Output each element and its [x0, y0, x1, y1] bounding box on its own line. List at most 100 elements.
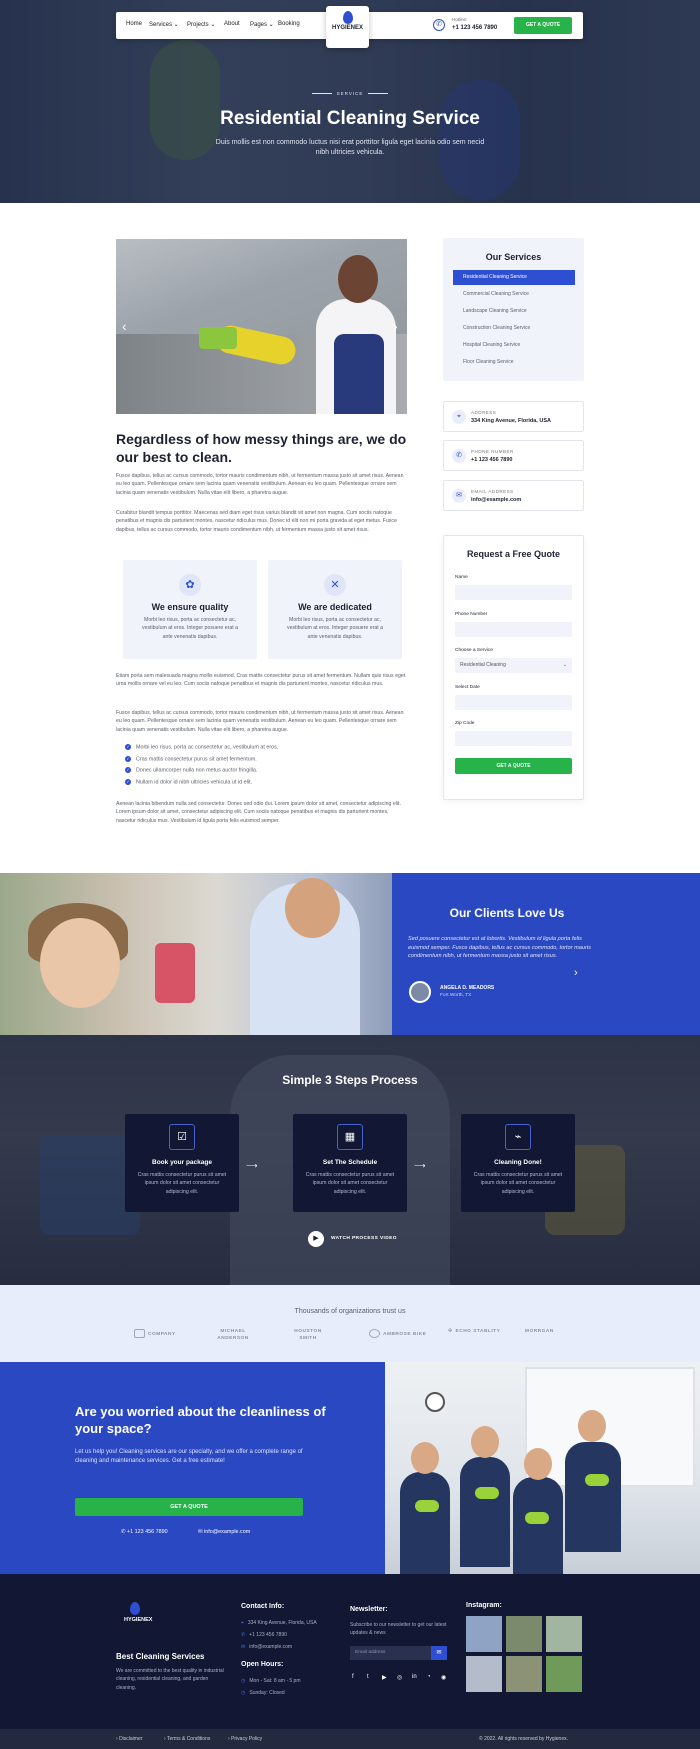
- service-link-hospital[interactable]: Hospital Cleaning Service: [453, 338, 575, 353]
- worker-figure: [460, 1457, 510, 1567]
- hotline-number[interactable]: +1 123 456 7890: [452, 25, 497, 31]
- nav-services[interactable]: Services ⌄: [149, 21, 179, 28]
- brand-logo: MICHAEL ANDERSON: [217, 1329, 249, 1341]
- content-paragraph: Aenean lacinia bibendum nulla sed consec…: [116, 801, 401, 824]
- feature-title: We ensure quality: [151, 602, 229, 612]
- list-item: ✓ Morbi leo risus, porta ac consectetur a…: [125, 744, 279, 751]
- footer-phone[interactable]: ✆ +1 123 456 7890: [241, 1632, 287, 1638]
- slider-prev-icon[interactable]: ‹: [122, 318, 127, 334]
- service-link-floor[interactable]: Floor Cleaning Service: [453, 355, 575, 370]
- form-submit-button[interactable]: GET A QUOTE: [455, 758, 572, 774]
- cta-email[interactable]: ✉ info@example.com: [198, 1529, 250, 1535]
- info-label: ADDRESS: [471, 410, 497, 415]
- cleaner-head: [338, 255, 378, 303]
- testimonial-section: Our Clients Love Us Sed posuere consecte…: [0, 873, 700, 1035]
- name-field[interactable]: [455, 585, 572, 600]
- feature-title: We are dedicated: [298, 602, 372, 612]
- green-glove: [415, 1500, 439, 1512]
- steps-section: Simple 3 Steps Process ☑ Book your packa…: [0, 1035, 700, 1285]
- name-label: Name: [455, 575, 468, 580]
- nav-projects[interactable]: Projects ⌄: [187, 21, 215, 28]
- facebook-icon[interactable]: f: [352, 1674, 354, 1680]
- twitter-icon[interactable]: t: [367, 1674, 369, 1680]
- terms-link[interactable]: › Terms & Conditions: [164, 1736, 210, 1742]
- service-link-residential[interactable]: Residential Cleaning Service: [453, 270, 575, 285]
- watch-video-link[interactable]: WATCH PROCESS VIDEO: [331, 1236, 397, 1241]
- services-title: Our Services: [485, 252, 542, 262]
- phone-label: Phone Number: [455, 612, 488, 617]
- cta-phone[interactable]: ✆ +1 123 456 7890: [121, 1529, 168, 1535]
- next-arrow-icon[interactable]: ›: [574, 967, 578, 979]
- footer-sunday: ◷ Sunday: Closed: [241, 1690, 285, 1696]
- step-title: Cleaning Done!: [494, 1159, 542, 1166]
- step-card: ▦ Set The Schedule Cras mattis consectet…: [293, 1114, 407, 1212]
- hours-title: Open Hours:: [241, 1661, 284, 1668]
- arrow-right-icon: ⟶: [414, 1161, 426, 1170]
- discord-icon[interactable]: ◉: [441, 1674, 446, 1681]
- newsletter-email-input[interactable]: Email address: [350, 1646, 431, 1660]
- zip-field[interactable]: [455, 731, 572, 746]
- instagram-thumb[interactable]: [546, 1656, 582, 1692]
- badge-icon: ✕: [324, 574, 346, 596]
- get-quote-button[interactable]: GET A QUOTE: [514, 17, 572, 34]
- instagram-thumb[interactable]: [506, 1656, 542, 1692]
- content-paragraph: Etiam porta sem malesuada magna mollis e…: [116, 673, 406, 688]
- testimonial-title: Our Clients Love Us: [449, 906, 565, 920]
- instagram-thumb[interactable]: [466, 1656, 502, 1692]
- info-value[interactable]: +1 123 456 7890: [471, 457, 512, 463]
- feature-desc: Morbi leo risus, porta ac consectetur ac…: [286, 617, 384, 640]
- logo-text: HYGIENEX: [331, 25, 363, 31]
- footer-tagline: Best Cleaning Services: [116, 1652, 205, 1661]
- leaf-icon: ✿: [179, 574, 201, 596]
- hero-subtitle: Duis mollis est non commodo luctus nisi …: [215, 139, 485, 157]
- feature-desc: Morbi leo risus, porta ac consectetur ac…: [141, 617, 239, 640]
- check-icon: ✓: [125, 755, 131, 762]
- youtube-icon[interactable]: ▶: [382, 1674, 387, 1681]
- footer-logo[interactable]: HYGIENEX: [124, 1602, 152, 1623]
- linkedin-icon[interactable]: in: [412, 1674, 417, 1680]
- address-box: ⌖ ADDRESS 334 King Avenue, Florida, USA: [443, 401, 584, 432]
- privacy-link[interactable]: › Privacy Policy: [228, 1736, 262, 1742]
- play-icon[interactable]: ▶: [308, 1231, 324, 1247]
- phone-box: ✆ PHONE NUMBER +1 123 456 7890: [443, 440, 584, 471]
- instagram-thumb[interactable]: [466, 1616, 502, 1652]
- content-paragraph: Fusce dapibus, tellus ac cursus commodo,…: [116, 710, 404, 733]
- info-value[interactable]: info@example.com: [471, 497, 521, 503]
- date-field[interactable]: [455, 695, 572, 710]
- newsletter-submit-icon[interactable]: ✉: [431, 1646, 447, 1660]
- nav-pages[interactable]: Pages ⌄: [250, 21, 274, 28]
- nav-about[interactable]: About: [224, 21, 240, 27]
- testimonial-photo: [0, 873, 392, 1035]
- phone-field[interactable]: [455, 622, 572, 637]
- disclaimer-link[interactable]: › Disclaimer: [116, 1736, 142, 1742]
- nav-home[interactable]: Home: [126, 21, 142, 27]
- contact-title: Contact Info:: [241, 1603, 285, 1610]
- worker-figure: [400, 1472, 450, 1574]
- slider-next-icon[interactable]: ›: [393, 318, 398, 334]
- nav-booking[interactable]: Booking: [278, 21, 300, 27]
- check-list: ✓ Morbi leo risus, porta ac consectetur a…: [125, 744, 405, 790]
- brand-logo: ✣ ECHO STABLITY: [448, 1329, 501, 1334]
- green-cloth: [199, 327, 237, 349]
- cta-quote-button[interactable]: GET A QUOTE: [75, 1498, 303, 1516]
- list-item: ✓ Nullam id dolor id nibh ultricies vehic…: [125, 778, 252, 785]
- step-desc: Cras mattis consectetur purus sit amet i…: [473, 1172, 563, 1195]
- footer-hours: ◷ Mon - Sat: 8 am - 5 pm: [241, 1678, 301, 1684]
- service-link-landscape[interactable]: Landscape Cleaning Service: [453, 304, 575, 319]
- service-link-construction[interactable]: Construction Cleaning Service: [453, 321, 575, 336]
- info-label: EMAIL ADDRESS: [471, 489, 514, 494]
- site-logo[interactable]: HYGIENEX: [326, 6, 369, 48]
- content-heading: Regardless of how messy things are, we d…: [116, 431, 407, 465]
- whatsapp-icon[interactable]: ◔: [427, 1674, 431, 1680]
- instagram-thumb[interactable]: [546, 1616, 582, 1652]
- envelope-icon: ✉: [241, 1644, 246, 1650]
- check-icon: ✓: [125, 767, 131, 773]
- phone-icon: ✆: [433, 19, 445, 31]
- footer-email[interactable]: ✉ info@example.com: [241, 1644, 292, 1650]
- hero-tag: SERVICE: [0, 91, 700, 96]
- brand-logo: HOUSTON SMITH: [294, 1329, 322, 1341]
- instagram-thumb[interactable]: [506, 1616, 542, 1652]
- service-select[interactable]: Residential Cleaning ⌄: [455, 658, 572, 673]
- service-link-commercial[interactable]: Commercial Cleaning Service: [453, 287, 575, 302]
- instagram-icon[interactable]: ◎: [397, 1674, 402, 1681]
